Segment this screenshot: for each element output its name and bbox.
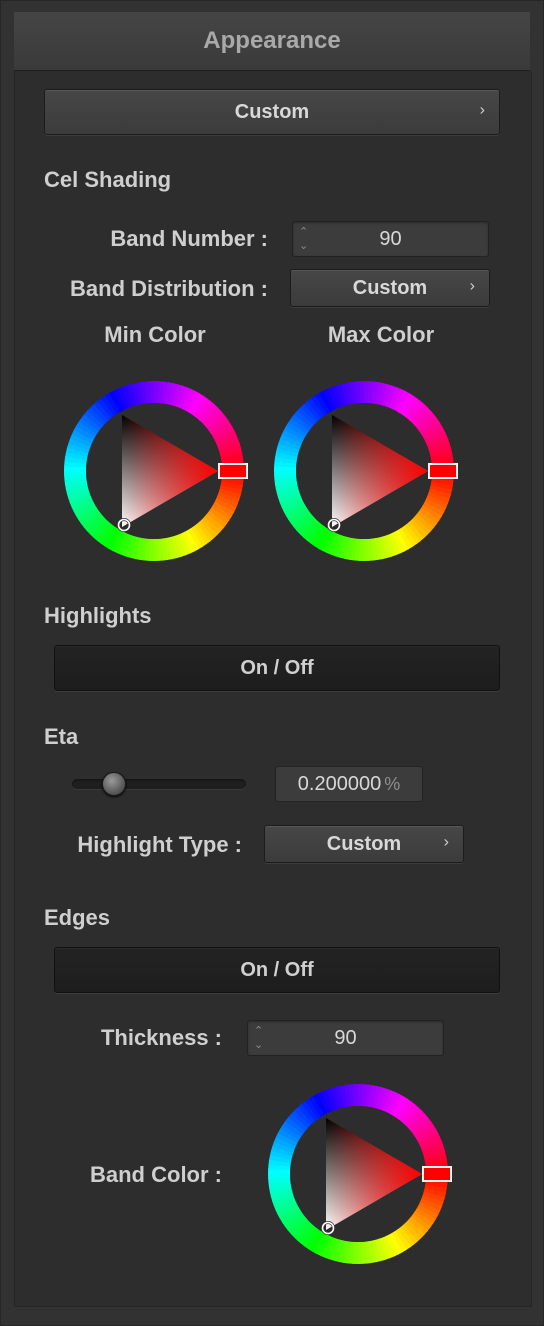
- min-color-wheel[interactable]: [62, 380, 250, 564]
- stepper-icon[interactable]: ⌃ ⌄: [299, 226, 313, 252]
- highlights-heading: Highlights: [44, 603, 152, 628]
- band-number-value: 90: [379, 227, 402, 250]
- highlight-type-value: Custom: [326, 832, 402, 855]
- band-color-label: Band Color :: [90, 1162, 222, 1187]
- band-number-field[interactable]: ⌃ ⌄ 90: [292, 221, 489, 257]
- highlight-type-label: Highlight Type :: [77, 832, 242, 857]
- highlight-type-dropdown[interactable]: Custom ›: [264, 825, 464, 863]
- stepper-icon[interactable]: ⌃ ⌄: [254, 1025, 268, 1051]
- band-number-label: Band Number :: [110, 226, 268, 251]
- preset-dropdown-value: Custom: [234, 100, 310, 123]
- eta-heading: Eta: [44, 724, 79, 749]
- max-color-label: Max Color: [327, 322, 435, 347]
- stepper-down-icon[interactable]: ⌄: [299, 240, 313, 252]
- preset-dropdown[interactable]: Custom ›: [44, 89, 500, 135]
- panel-title: Appearance: [14, 12, 530, 71]
- stepper-up-icon[interactable]: ⌃: [254, 1025, 268, 1037]
- hue-handle[interactable]: [428, 463, 458, 479]
- thickness-label: Thickness :: [100, 1025, 222, 1050]
- cel-shading-heading: Cel Shading: [44, 167, 172, 192]
- band-distribution-dropdown[interactable]: Custom ›: [290, 269, 490, 307]
- appearance-panel: Appearance Custom › Cel Shading Band Num…: [0, 0, 544, 1326]
- hue-handle[interactable]: [218, 463, 248, 479]
- highlights-toggle-button[interactable]: On / Off: [54, 645, 500, 691]
- band-color-wheel[interactable]: [266, 1083, 454, 1267]
- hue-handle[interactable]: [422, 1166, 452, 1182]
- thickness-field[interactable]: ⌃ ⌄ 90: [247, 1020, 444, 1056]
- chevron-right-icon: ›: [469, 277, 475, 295]
- band-distribution-label: Band Distribution :: [70, 276, 268, 301]
- chevron-right-icon: ›: [479, 101, 485, 119]
- band-distribution-value: Custom: [352, 276, 428, 299]
- eta-unit: %: [384, 773, 401, 794]
- edges-toggle-button[interactable]: On / Off: [54, 947, 500, 993]
- max-color-wheel[interactable]: [272, 380, 460, 564]
- eta-value-field[interactable]: 0.200000 %: [275, 766, 423, 802]
- eta-value: 0.200000: [297, 772, 382, 795]
- min-color-label: Min Color: [104, 322, 206, 347]
- eta-slider-track[interactable]: [72, 779, 246, 789]
- edges-heading: Edges: [44, 905, 111, 930]
- chevron-right-icon: ›: [443, 833, 449, 851]
- stepper-down-icon[interactable]: ⌄: [254, 1039, 268, 1051]
- stepper-up-icon[interactable]: ⌃: [299, 226, 313, 238]
- thickness-value: 90: [334, 1026, 357, 1049]
